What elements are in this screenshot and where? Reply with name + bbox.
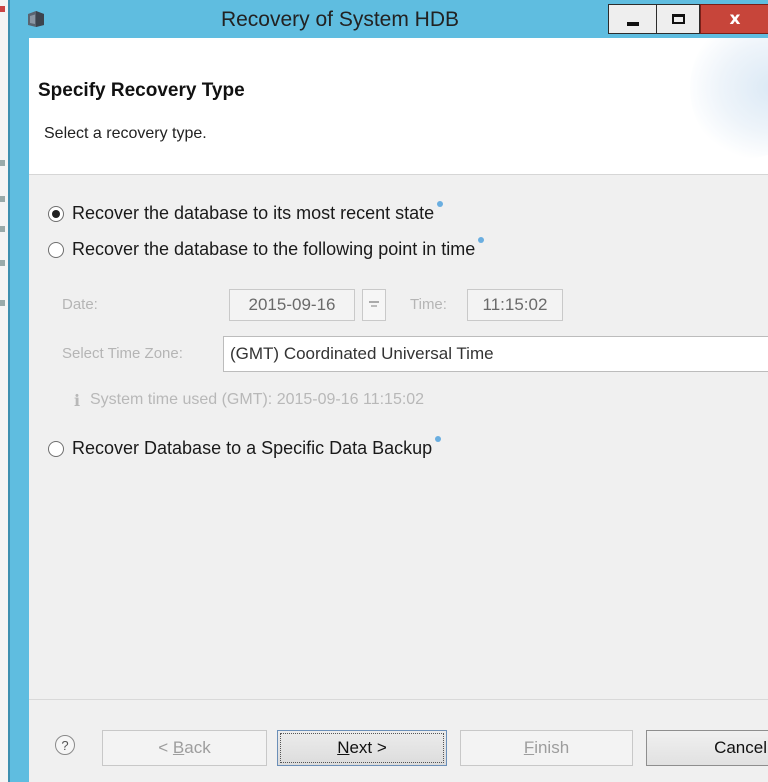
background-mark	[0, 6, 5, 12]
maximize-icon	[671, 14, 685, 24]
timezone-combo[interactable]: (GMT) Coordinated Universal Time	[223, 336, 768, 372]
dialog-window: Recovery of System HDB x Specify Recover…	[8, 0, 768, 782]
focus-rectangle	[280, 733, 444, 763]
title-bar[interactable]: Recovery of System HDB x	[10, 0, 768, 38]
background-mark	[0, 226, 5, 232]
finish-rest: inish	[534, 738, 570, 757]
system-time-info-icon: ℹ	[74, 393, 81, 410]
option-point-in-time[interactable]: Recover the database to the following po…	[48, 236, 485, 260]
background-mark	[0, 196, 5, 202]
back-mnemonic: B	[172, 738, 185, 757]
info-icon[interactable]	[435, 435, 442, 442]
timezone-label: Select Time Zone:	[62, 345, 183, 362]
dialog-content: Specify Recovery Type Select a recovery …	[29, 38, 768, 782]
next-button[interactable]: Next >	[277, 730, 447, 766]
date-field[interactable]: 2015-09-16	[229, 289, 355, 321]
back-button[interactable]: < Back	[102, 730, 267, 766]
finish-mnemonic: F	[523, 738, 535, 757]
radio-point-in-time[interactable]	[48, 241, 64, 258]
date-picker-button[interactable]	[362, 289, 386, 321]
cancel-button[interactable]: Cancel	[646, 730, 768, 766]
date-label: Date:	[62, 296, 98, 313]
back-rest: ack	[184, 738, 211, 757]
minimize-button[interactable]	[608, 4, 656, 34]
finish-button[interactable]: Finish	[460, 730, 633, 766]
background-mark	[0, 300, 5, 306]
system-time-note: System time used (GMT): 2015-09-16 11:15…	[90, 391, 425, 408]
back-prefix: <	[158, 738, 173, 757]
option-most-recent[interactable]: Recover the database to its most recent …	[48, 200, 444, 224]
option-point-in-time-label: Recover the database to the following po…	[72, 239, 476, 259]
radio-most-recent[interactable]	[48, 205, 64, 222]
radio-specific-backup[interactable]	[48, 440, 64, 457]
info-icon[interactable]	[437, 200, 444, 207]
time-label: Time:	[410, 296, 447, 313]
wizard-header: Specify Recovery Type Select a recovery …	[29, 38, 768, 175]
calendar-icon	[369, 301, 379, 309]
close-button[interactable]: x	[700, 4, 768, 34]
info-icon[interactable]	[478, 236, 485, 243]
background-window-strip	[0, 0, 8, 782]
help-icon[interactable]: ?	[55, 735, 75, 755]
minimize-icon	[626, 22, 639, 26]
radio-selected-dot	[52, 209, 60, 218]
background-mark	[0, 160, 5, 166]
background-mark	[0, 260, 5, 266]
page-subtitle: Select a recovery type.	[44, 125, 207, 142]
window-title: Recovery of System HDB	[220, 8, 460, 31]
header-banner-graphic	[690, 38, 768, 158]
option-most-recent-label: Recover the database to its most recent …	[72, 203, 435, 223]
option-specific-backup-label: Recover Database to a Specific Data Back…	[72, 438, 433, 458]
option-specific-backup[interactable]: Recover Database to a Specific Data Back…	[48, 435, 442, 459]
time-field[interactable]: 11:15:02	[467, 289, 563, 321]
maximize-button[interactable]	[656, 4, 700, 34]
page-title: Specify Recovery Type	[38, 80, 245, 101]
footer-divider	[29, 699, 768, 700]
close-icon: x	[729, 9, 741, 29]
